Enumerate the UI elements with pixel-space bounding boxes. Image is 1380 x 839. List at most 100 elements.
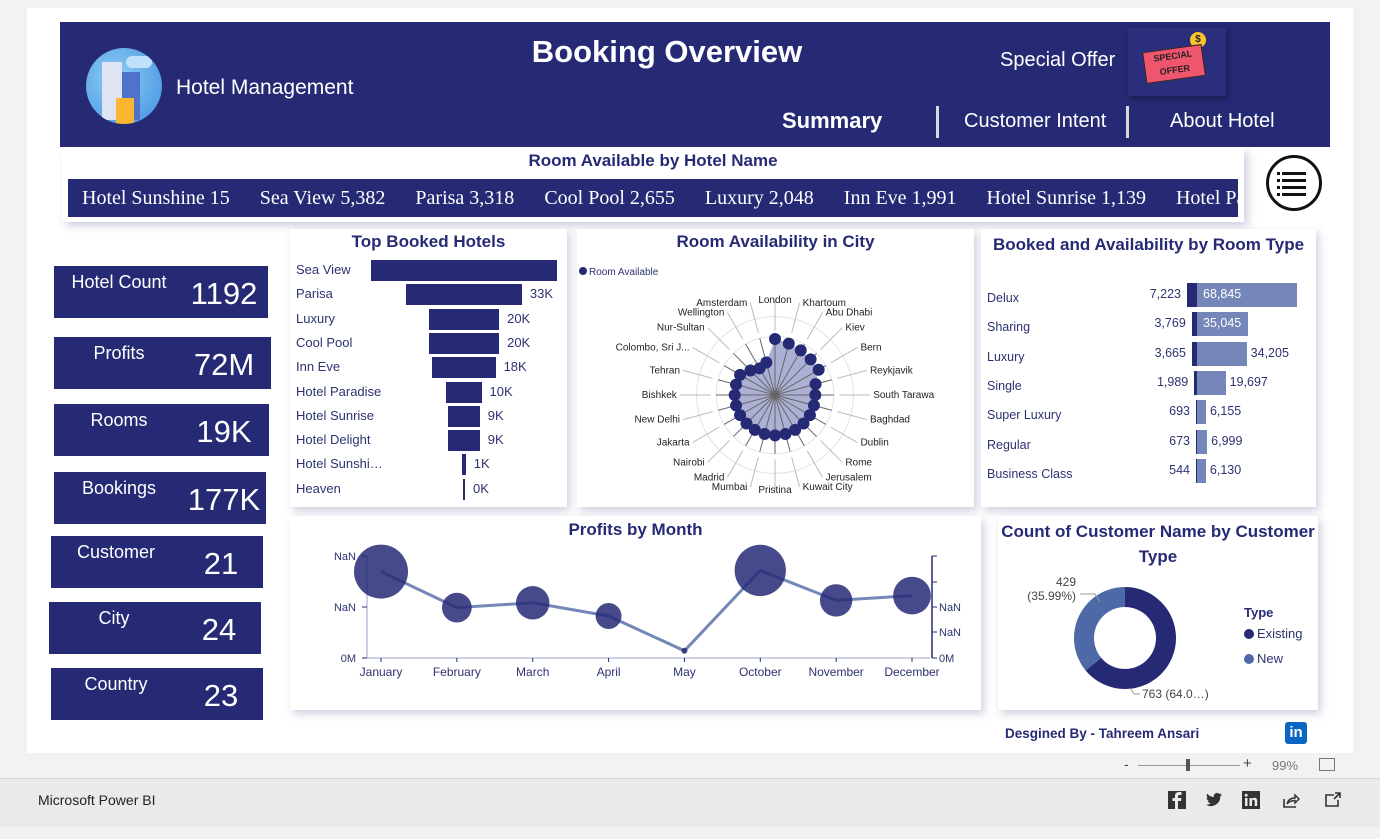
kpi-label: Rooms: [90, 410, 148, 430]
category-label: London: [758, 295, 791, 306]
y-tick-label-right: NaN: [939, 627, 961, 639]
category-label: Bishkek: [642, 390, 678, 401]
data-label-existing: 763 (64.0…): [1142, 687, 1209, 701]
top-booked-hotels-chart: Top Booked Hotels Sea View Parisa 33K Luxur…: [290, 229, 567, 507]
fit-to-page-icon[interactable]: [1319, 758, 1335, 771]
nav-about-hotel[interactable]: About Hotel: [1170, 110, 1275, 133]
bar[interactable]: [446, 381, 482, 403]
data-label: 18K: [503, 359, 527, 375]
bar-row[interactable]: Sea View: [290, 259, 570, 283]
facebook-icon[interactable]: [1168, 791, 1186, 809]
legend-label-new[interactable]: New: [1257, 651, 1284, 666]
bar-row[interactable]: Sharing 3,769 35,045: [981, 312, 1311, 340]
legend-label-existing[interactable]: Existing: [1257, 626, 1303, 641]
bar-row[interactable]: Hotel Sunshi… 1K: [290, 453, 570, 477]
booked-bar[interactable]: [1187, 283, 1197, 307]
category-label: Sea View: [296, 262, 351, 277]
bar-row[interactable]: Regular 673 6,999: [981, 429, 1311, 458]
bar[interactable]: [406, 284, 522, 306]
linkedin-share-icon[interactable]: [1242, 791, 1260, 809]
designer-credit: Desgined By - Tahreem Ansari: [1005, 726, 1200, 741]
leader-line: [806, 450, 824, 478]
donut-slice[interactable]: [1074, 587, 1125, 671]
data-point: [794, 344, 807, 357]
bar[interactable]: [428, 332, 500, 354]
category-label: Luxury: [296, 310, 336, 326]
nav-divider: [1126, 106, 1129, 138]
leader-line: [682, 369, 713, 379]
category-label: Jakarta: [657, 438, 690, 449]
linkedin-icon[interactable]: in: [1285, 722, 1307, 744]
nav-customer-intent[interactable]: Customer Intent: [964, 110, 1106, 133]
leader-line: [837, 369, 868, 379]
profit-bubble: [681, 647, 688, 654]
special-offer-button[interactable]: $ SPECIAL OFFER: [1128, 28, 1226, 96]
open-in-new-window-icon[interactable]: [1324, 791, 1342, 809]
leader-line: [707, 327, 730, 350]
bar[interactable]: [428, 308, 500, 330]
legend-title: Type: [1244, 605, 1273, 620]
y-tick-label: 0M: [341, 653, 356, 665]
category-label: Madrid: [694, 472, 725, 483]
available-bar[interactable]: [1197, 400, 1206, 425]
available-bar[interactable]: [1197, 429, 1208, 454]
leader-line: [692, 346, 720, 364]
twitter-icon[interactable]: [1205, 791, 1223, 809]
bar-row[interactable]: Luxury 20K: [290, 308, 570, 332]
kpi-rooms: Rooms 19K: [54, 404, 269, 456]
bar[interactable]: [448, 430, 480, 452]
zoom-slider-thumb[interactable]: [1186, 759, 1190, 771]
data-point: [769, 429, 781, 442]
bar-row[interactable]: Heaven 0K: [290, 478, 570, 502]
bar[interactable]: [462, 454, 466, 476]
profit-bubble: [893, 576, 931, 615]
kpi-bookings: Bookings 177K: [54, 472, 266, 524]
available-bar[interactable]: [1197, 458, 1206, 483]
nav-summary[interactable]: Summary: [782, 108, 882, 134]
category-label: Pristina: [758, 485, 792, 496]
legend-marker: [579, 267, 587, 275]
room-availability-city-chart: Room Availability in City Room Available…: [577, 229, 974, 507]
data-point: [809, 389, 822, 401]
ticker-item: Parisa 3,318: [415, 187, 515, 209]
bar-row[interactable]: Super Luxury 693 6,155: [981, 400, 1311, 428]
bar-row[interactable]: Inn Eve 18K: [290, 356, 570, 380]
ticker-band: Hotel Sunshine 15 Sea View 5,382 Parisa 3,…: [68, 179, 1238, 217]
profit-plot: 0M NaN NaN 0M NaN NaN January February March Apri…: [334, 544, 961, 679]
available-bar[interactable]: [1197, 341, 1247, 366]
leader-line: [830, 426, 858, 444]
special-offer-tag-icon: SPECIAL OFFER: [1142, 43, 1206, 85]
data-point: [728, 389, 741, 401]
zoom-in-button[interactable]: +: [1243, 755, 1252, 772]
category-label: Business Class: [987, 466, 1073, 481]
bar-row[interactable]: Single 1,989 19,697: [981, 370, 1311, 399]
bar-row[interactable]: Cool Pool 20K: [290, 332, 570, 356]
bar[interactable]: [371, 260, 557, 281]
share-icon[interactable]: [1282, 791, 1300, 809]
data-label-new: 429: [1056, 575, 1076, 589]
bar-row[interactable]: Delux 7,223 68,845: [981, 283, 1311, 311]
menu-list-button[interactable]: [1266, 155, 1322, 211]
y-tick-label-right: NaN: [939, 602, 961, 614]
kpi-value: 21: [203, 546, 239, 581]
bar-row[interactable]: Hotel Sunrise 9K: [290, 405, 570, 429]
bar-row[interactable]: Hotel Paradise 10K: [290, 381, 570, 405]
bar[interactable]: [463, 478, 465, 500]
zoom-out-button[interactable]: -: [1124, 756, 1129, 772]
kpi-value: 1192: [190, 276, 258, 311]
category-label: Baghdad: [870, 415, 910, 426]
leader-line: [1129, 687, 1140, 695]
bar-row[interactable]: Luxury 3,665 34,205: [981, 341, 1311, 370]
leader-line: [749, 457, 759, 488]
bar[interactable]: [448, 405, 480, 427]
available-bar[interactable]: [1197, 370, 1226, 395]
bar-row[interactable]: Business Class 544 6,130: [981, 458, 1311, 487]
customer-type-chart: Count of Customer Name by Customer Type …: [998, 516, 1318, 710]
category-label: Nairobi: [673, 457, 705, 468]
leader-line: [820, 327, 843, 350]
nav-divider: [936, 106, 939, 138]
bar-row[interactable]: Hotel Delight 9K: [290, 429, 570, 453]
ticker-item: Hotel Sunshine 15: [82, 187, 230, 209]
bar-row[interactable]: Parisa 33K: [290, 283, 570, 307]
bar[interactable]: [432, 357, 496, 379]
